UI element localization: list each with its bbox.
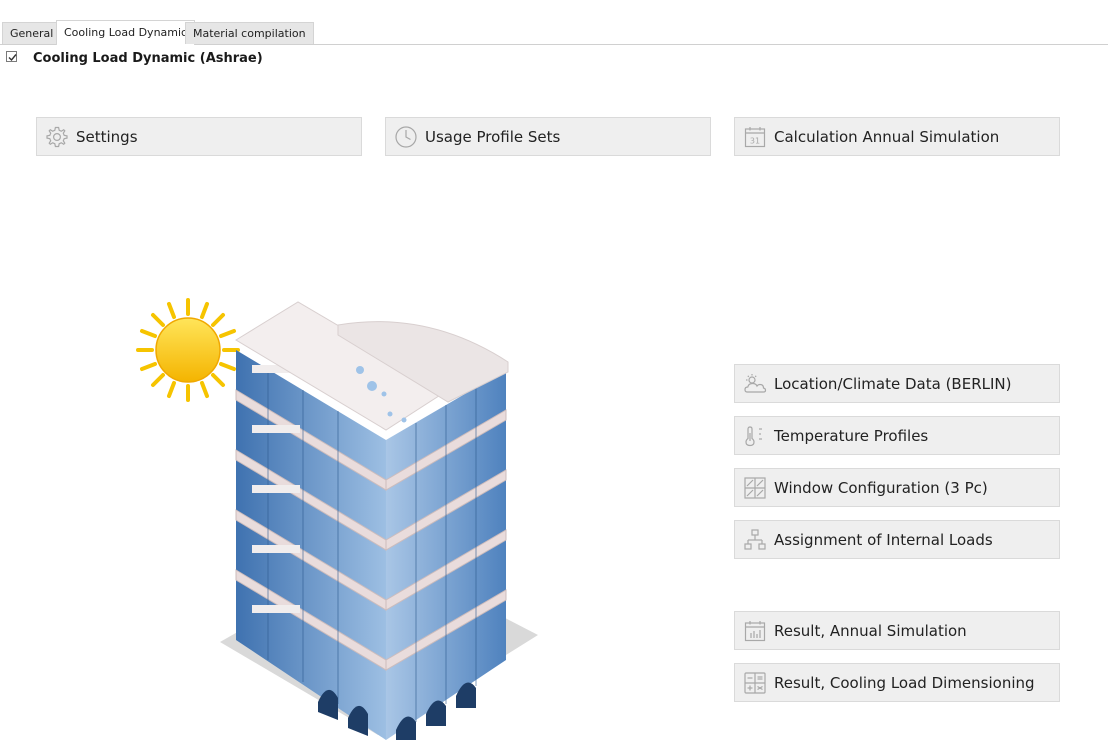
tab-bar: General Cooling Load Dynamic Material co…: [0, 19, 1108, 45]
enable-checkbox[interactable]: [6, 51, 17, 62]
tab-general[interactable]: General: [2, 22, 62, 44]
weather-cloud-icon: [743, 372, 767, 396]
chart-calendar-icon: [743, 619, 767, 643]
temperature-profiles-label: Temperature Profiles: [774, 426, 929, 445]
settings-button[interactable]: Settings: [36, 117, 362, 156]
calculation-annual-simulation-label: Calculation Annual Simulation: [774, 127, 1000, 146]
building-illustration: [128, 290, 548, 742]
window-configuration-label: Window Configuration (3 Pc): [774, 478, 988, 497]
assignment-internal-loads-button[interactable]: Assignment of Internal Loads: [734, 520, 1060, 559]
temperature-profiles-button[interactable]: Temperature Profiles: [734, 416, 1060, 455]
gear-icon: [45, 125, 69, 149]
usage-profile-sets-button[interactable]: Usage Profile Sets: [385, 117, 711, 156]
window-icon: [743, 476, 767, 500]
calendar-day-text: 31: [750, 136, 760, 145]
usage-profile-sets-label: Usage Profile Sets: [425, 127, 561, 146]
thermometer-icon: [743, 424, 767, 448]
result-annual-simulation-button[interactable]: Result, Annual Simulation: [734, 611, 1060, 650]
settings-button-label: Settings: [76, 127, 138, 146]
assignment-internal-loads-label: Assignment of Internal Loads: [774, 530, 993, 549]
tab-material-compilation[interactable]: Material compilation: [185, 22, 314, 44]
result-annual-simulation-label: Result, Annual Simulation: [774, 621, 967, 640]
sun-icon: [136, 298, 240, 402]
result-cooling-load-dimensioning-label: Result, Cooling Load Dimensioning: [774, 673, 1035, 692]
checkmark-icon: [8, 54, 17, 62]
window-configuration-button[interactable]: Window Configuration (3 Pc): [734, 468, 1060, 507]
tab-cooling-load-dynamic[interactable]: Cooling Load Dynamic: [56, 20, 196, 45]
calculation-annual-simulation-button[interactable]: 31 Calculation Annual Simulation: [734, 117, 1060, 156]
location-climate-data-button[interactable]: Location/Climate Data (BERLIN): [734, 364, 1060, 403]
calculator-icon: [743, 671, 767, 695]
calendar-icon: 31: [743, 125, 767, 149]
clock-icon: [394, 125, 418, 149]
location-climate-data-label: Location/Climate Data (BERLIN): [774, 374, 1012, 393]
result-cooling-load-dimensioning-button[interactable]: Result, Cooling Load Dimensioning: [734, 663, 1060, 702]
section-title: Cooling Load Dynamic (Ashrae): [33, 51, 263, 66]
hierarchy-icon: [743, 528, 767, 552]
